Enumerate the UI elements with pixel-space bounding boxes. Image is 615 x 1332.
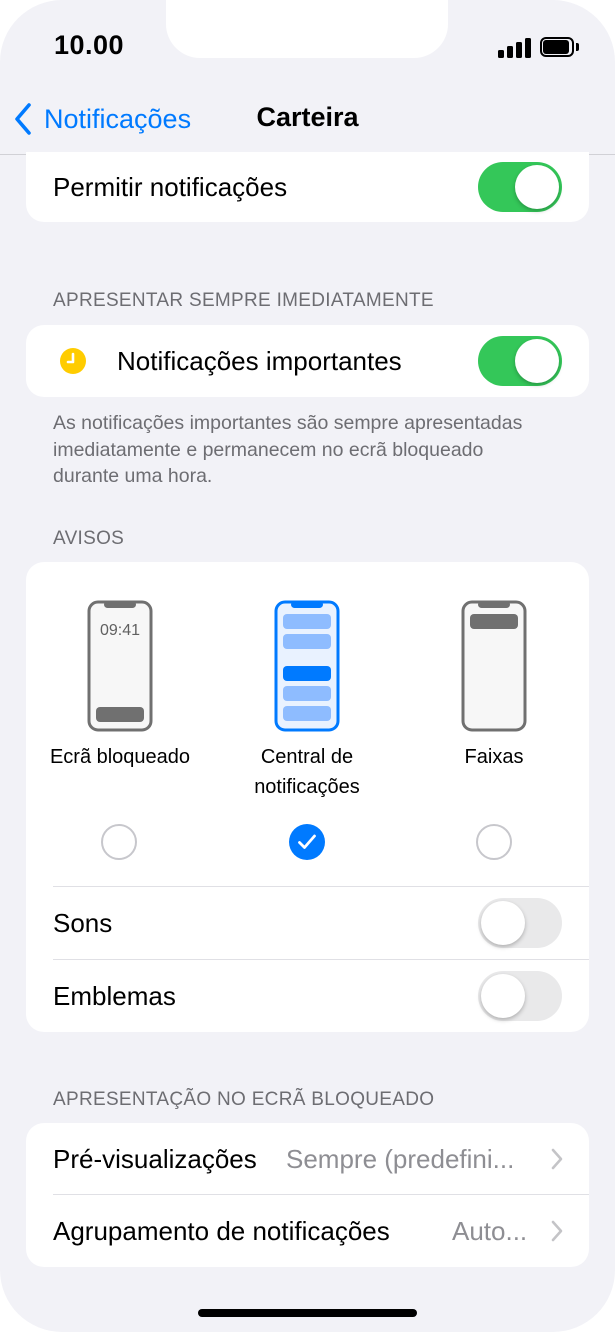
chevron-right-icon — [551, 1220, 563, 1242]
phone-screen: 10.00 Notificações Carteira Permitir not… — [0, 0, 615, 1332]
alert-option-notification-centre[interactable]: Central de notificações — [217, 562, 397, 802]
navigation-bar: Notificações Carteira — [0, 100, 615, 155]
notch — [166, 0, 448, 58]
important-notifications-row: Notificações importantes — [26, 325, 589, 397]
important-group: Notificações importantes — [26, 325, 589, 397]
allow-notifications-group: Permitir notificações — [26, 152, 589, 222]
alert-style-options: 09:41 Ecrã bloqueado Central de notifica… — [26, 562, 589, 886]
notification-centre-label: Central de notificações — [217, 742, 397, 802]
notification-centre-label-line1: Central de — [260, 746, 354, 768]
alerts-group: 09:41 Ecrã bloqueado Central de notifica… — [26, 562, 589, 1032]
status-time: 10.00 — [54, 30, 125, 60]
lock-screen-label: Ecrã bloqueado — [49, 746, 191, 768]
badges-toggle[interactable] — [478, 971, 562, 1021]
toggle-knob — [515, 339, 559, 383]
lock-screen-radio[interactable] — [101, 824, 137, 860]
checkmark-icon — [298, 834, 316, 849]
grouping-label: Agrupamento de notificações — [53, 1215, 390, 1246]
alert-option-lock-screen[interactable]: 09:41 Ecrã bloqueado — [30, 562, 210, 772]
chevron-right-icon — [551, 1148, 563, 1170]
lock-screen-section-header: APRESENTAÇÃO NO ECRÃ BLOQUEADO — [53, 1089, 435, 1110]
banners-phone-icon — [461, 600, 527, 732]
badges-row: Emblemas — [26, 960, 589, 1032]
previews-value: Sempre (predefini... — [286, 1143, 515, 1174]
grouping-value: Auto... — [452, 1215, 528, 1246]
toggle-knob — [481, 974, 525, 1018]
lock-screen-time: 09:41 — [100, 622, 140, 639]
signal-icon — [498, 38, 532, 58]
notification-centre-label-line2: notificações — [254, 776, 360, 798]
previews-label: Pré-visualizações — [53, 1143, 257, 1174]
page-title: Carteira — [256, 102, 359, 132]
lock-screen-group: Pré-visualizações Sempre (predefini... A… — [26, 1123, 589, 1267]
notification-centre-radio[interactable] — [289, 824, 325, 860]
sounds-label: Sons — [53, 907, 113, 938]
clock-icon — [60, 348, 86, 374]
allow-notifications-row: Permitir notificações — [26, 152, 589, 222]
banners-label: Faixas — [464, 746, 524, 768]
home-indicator[interactable] — [198, 1309, 417, 1317]
sounds-toggle[interactable] — [478, 898, 562, 948]
previews-row[interactable]: Pré-visualizações Sempre (predefini... — [26, 1123, 589, 1195]
lock-screen-phone-icon: 09:41 — [87, 600, 153, 732]
important-section-header: APRESENTAR SEMPRE IMEDIATAMENTE — [53, 290, 434, 311]
battery-icon — [540, 37, 580, 59]
notification-centre-phone-icon — [274, 600, 340, 732]
toggle-knob — [481, 901, 525, 945]
allow-notifications-toggle[interactable] — [478, 162, 562, 212]
alerts-section-header: AVISOS — [53, 528, 125, 549]
badges-label: Emblemas — [53, 980, 176, 1011]
important-notifications-toggle[interactable] — [478, 336, 562, 386]
important-footer-text: As notificações importantes são sempre a… — [53, 412, 523, 487]
banners-radio[interactable] — [476, 824, 512, 860]
toggle-knob — [515, 165, 559, 209]
status-bar: 10.00 — [0, 0, 615, 100]
sounds-row: Sons — [26, 887, 589, 959]
grouping-row[interactable]: Agrupamento de notificações Auto... — [26, 1195, 589, 1267]
allow-notifications-label: Permitir notificações — [53, 171, 288, 202]
important-notifications-label: Notificações importantes — [117, 345, 402, 376]
alert-option-banners[interactable]: Faixas — [404, 562, 584, 772]
